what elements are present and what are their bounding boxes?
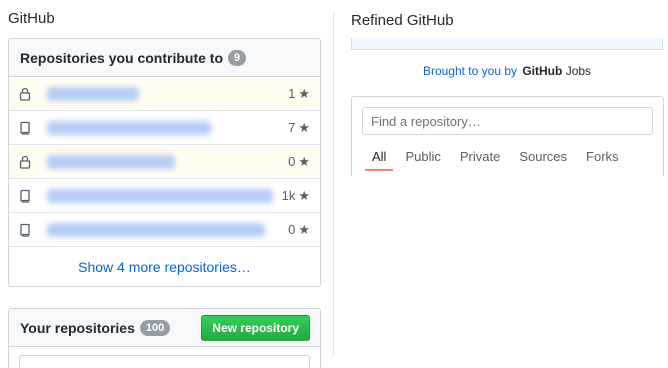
jobs-banner — [351, 38, 663, 50]
repo-row[interactable]: 1 ★ — [9, 77, 320, 111]
your-repos-title-group: Your repositories 100 — [20, 319, 171, 336]
contribute-title: Repositories you contribute to — [20, 49, 224, 66]
github-logo: GitHub — [522, 64, 563, 78]
repo-icon — [20, 189, 30, 203]
your-repos-header: Your repositories 100 New repository — [9, 309, 320, 347]
repo-stars: 1 ★ — [288, 86, 310, 102]
repo-stars: 7 ★ — [288, 120, 310, 136]
star-count: 1k — [281, 188, 296, 203]
your-repos-filter-input[interactable] — [19, 355, 310, 368]
pane-title-refined-github: Refined GitHub — [351, 12, 454, 29]
star-icon: ★ — [298, 221, 310, 237]
contribute-repos-box: Repositories you contribute to 9 1 ★ 7 ★ 0… — [8, 38, 321, 287]
lock-icon — [19, 87, 31, 101]
repo-row[interactable]: 0 ★ — [9, 145, 320, 179]
your-repos-box: Your repositories 100 New repository — [8, 308, 321, 368]
repo-row[interactable]: 1k ★ — [9, 179, 320, 213]
brought-to-you-by-link[interactable]: Brought to you by GitHub Jobs — [351, 64, 663, 78]
repo-stars: 0 ★ — [288, 154, 310, 170]
star-icon: ★ — [298, 119, 310, 135]
repo-name-blurred[interactable] — [47, 188, 273, 203]
tab-public[interactable]: Public — [405, 149, 440, 173]
repo-filter-tabs: All Public Private Sources Forks — [364, 149, 638, 173]
repo-filter-box: All Public Private Sources Forks — [351, 96, 664, 176]
repo-name-blurred[interactable] — [47, 86, 139, 101]
contribute-header: Repositories you contribute to 9 — [9, 39, 320, 77]
contribute-count-badge: 9 — [228, 49, 247, 66]
repo-icon — [20, 223, 30, 237]
find-repository-input[interactable] — [362, 107, 653, 135]
new-repository-button[interactable]: New repository — [201, 314, 310, 341]
show-more-repositories-link[interactable]: Show 4 more repositories… — [9, 247, 320, 286]
tab-forks[interactable]: Forks — [586, 149, 619, 173]
repo-stars: 1k ★ — [282, 188, 310, 204]
brought-text: Brought to you by — [422, 64, 517, 78]
star-count: 0 — [288, 222, 296, 237]
your-repos-count-badge: 100 — [139, 319, 171, 336]
repo-name-blurred[interactable] — [47, 154, 175, 169]
star-count: 1 — [288, 86, 296, 101]
repo-row[interactable]: 0 ★ — [9, 213, 320, 247]
repo-row[interactable]: 7 ★ — [9, 111, 320, 145]
repo-name-blurred[interactable] — [47, 222, 265, 237]
tab-sources[interactable]: Sources — [519, 149, 567, 173]
star-count: 0 — [288, 154, 296, 169]
tab-all[interactable]: All — [364, 149, 395, 173]
star-icon: ★ — [298, 153, 310, 169]
tab-private[interactable]: Private — [460, 149, 500, 173]
star-icon: ★ — [298, 187, 310, 203]
repo-icon — [20, 121, 30, 135]
your-repos-title: Your repositories — [20, 319, 135, 336]
star-icon: ★ — [298, 85, 310, 101]
lock-icon — [19, 155, 31, 169]
star-count: 7 — [288, 120, 296, 135]
repo-name-blurred[interactable] — [47, 120, 211, 135]
pane-divider — [333, 10, 334, 356]
pane-title-github: GitHub — [8, 10, 55, 27]
repo-stars: 0 ★ — [288, 222, 310, 238]
jobs-label: Jobs — [565, 64, 592, 78]
